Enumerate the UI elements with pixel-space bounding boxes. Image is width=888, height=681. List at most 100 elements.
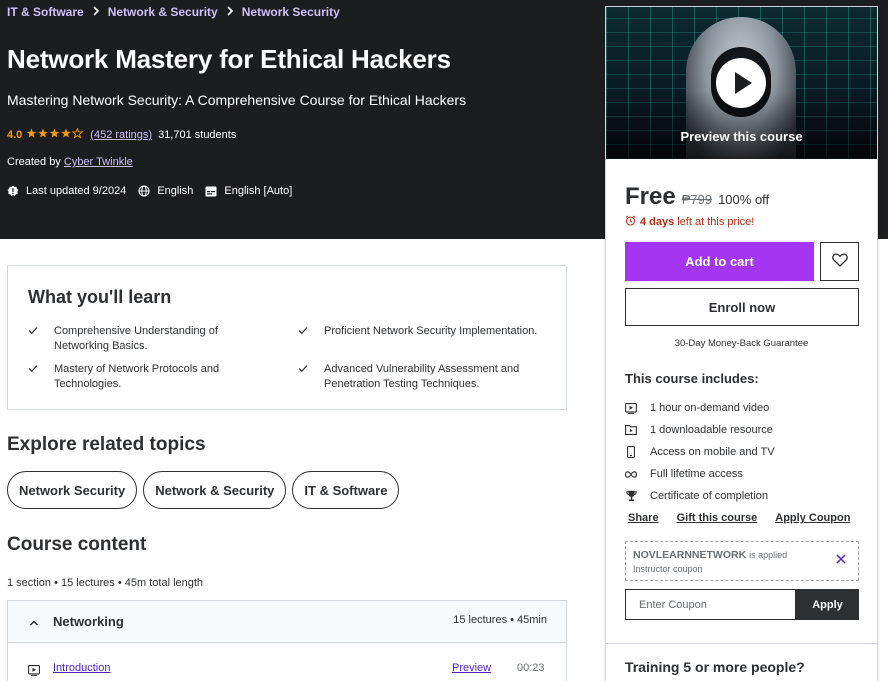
chevron-right-icon (92, 5, 100, 19)
file-icon (625, 424, 637, 436)
lecture-preview-link[interactable]: Preview (452, 662, 491, 674)
star-icon (50, 128, 60, 138)
learn-item: Advanced Vulnerability Assessment and Pe… (298, 362, 548, 392)
language: English (138, 185, 193, 197)
enroll-now-button[interactable]: Enroll now (625, 288, 859, 326)
last-updated-text: Last updated 9/2024 (26, 185, 127, 197)
includes-list: 1 hour on-demand video 1 downloadable re… (625, 397, 775, 507)
coupon-applied-text: NOVLEARNNETWORK is applied (633, 549, 787, 561)
section-title: Networking (53, 614, 124, 629)
purchase-card: Preview this course Free ₱799 100% off 4… (605, 6, 878, 681)
original-price: ₱799 (681, 192, 713, 207)
gift-course-link[interactable]: Gift this course (677, 512, 758, 524)
share-link[interactable]: Share (628, 512, 659, 524)
star-icon (71, 127, 84, 139)
preview-label: Preview this course (680, 129, 803, 144)
topic-chip[interactable]: IT & Software (292, 471, 400, 509)
section-meta: 15 lectures • 45min (453, 614, 547, 626)
learn-item: Comprehensive Understanding of Networkin… (28, 324, 258, 354)
breadcrumb-item[interactable]: Network Security (242, 5, 340, 19)
chevron-right-icon (226, 5, 234, 19)
related-topics-heading: Explore related topics (7, 434, 206, 455)
alert-badge-icon (7, 185, 19, 197)
lecture-title-link[interactable]: Introduction (53, 662, 110, 674)
course-subtitle: Mastering Network Security: A Comprehens… (7, 92, 467, 108)
language-text: English (157, 185, 194, 197)
captions-text: English [Auto] (224, 185, 293, 197)
section-header-networking[interactable]: Networking 15 lectures • 45min (7, 600, 567, 643)
chevron-up-icon (28, 616, 40, 628)
alarm-clock-icon (625, 215, 636, 229)
lecture-row: Introduction Preview 00:23 (7, 643, 567, 681)
coupon-applied-label: is applied (749, 550, 788, 560)
card-links: Share Gift this course Apply Coupon (628, 512, 868, 524)
includes-text: Full lifetime access (650, 468, 743, 480)
divider (606, 643, 877, 644)
students-count: 31,701 students (158, 129, 237, 141)
related-topics: Network Security Network & Security IT &… (7, 471, 405, 509)
learn-item-text: Proficient Network Security Implementati… (324, 325, 538, 337)
breadcrumb: IT & Software Network & Security Network… (7, 5, 340, 19)
includes-text: 1 hour on-demand video (650, 402, 770, 414)
includes-item: Full lifetime access (625, 463, 775, 485)
video-icon (28, 663, 40, 676)
captions: English [Auto] (205, 185, 292, 197)
closed-captions-icon (205, 185, 217, 197)
video-icon (625, 402, 637, 414)
learn-item: Mastery of Network Protocols and Technol… (28, 362, 258, 392)
mobile-icon (625, 446, 637, 458)
trophy-icon (625, 490, 637, 502)
includes-item: Access on mobile and TV (625, 441, 775, 463)
timer-text: left at this price! (677, 216, 755, 228)
check-icon (28, 362, 40, 392)
apply-coupon-button[interactable]: Apply (796, 589, 859, 620)
applied-coupon: NOVLEARNNETWORK is applied Instructor co… (625, 541, 859, 581)
training-heading: Training 5 or more people? (625, 659, 805, 675)
rating-row: 4.0 (452 ratings) 31,701 students (7, 127, 237, 142)
ratings-count-link[interactable]: (452 ratings) (90, 129, 152, 141)
course-content-heading: Course content (7, 534, 147, 555)
play-icon[interactable] (716, 58, 766, 108)
close-icon[interactable] (834, 552, 848, 566)
instructor-link[interactable]: Cyber Twinkle (64, 156, 133, 168)
globe-icon (138, 185, 150, 197)
course-content-summary: 1 section • 15 lectures • 45m total leng… (7, 577, 204, 589)
course-meta: Last updated 9/2024 English English [Aut… (7, 185, 304, 197)
includes-text: 1 downloadable resource (650, 424, 773, 436)
breadcrumb-item[interactable]: Network & Security (108, 5, 218, 19)
money-back-guarantee: 30-Day Money-Back Guarantee (674, 338, 809, 349)
star-rating-icon (26, 127, 84, 142)
created-by-label: Created by (7, 156, 61, 168)
check-icon (298, 362, 310, 392)
breadcrumb-item[interactable]: IT & Software (7, 5, 84, 19)
star-icon (61, 128, 72, 138)
includes-item: 1 hour on-demand video (625, 397, 775, 419)
discount-timer: 4 days left at this price! (625, 215, 754, 229)
learn-item-text: Mastery of Network Protocols and Technol… (54, 363, 220, 390)
apply-coupon-link[interactable]: Apply Coupon (775, 512, 850, 524)
course-preview[interactable]: Preview this course (606, 7, 877, 159)
current-price: Free (625, 183, 676, 210)
timer-days: 4 days (640, 216, 675, 228)
learn-heading: What you'll learn (28, 287, 172, 307)
what-youll-learn: What you'll learn Comprehensive Understa… (7, 265, 567, 410)
price-row: Free ₱799 100% off (625, 183, 769, 211)
star-icon (38, 128, 49, 138)
infinity-icon (625, 468, 637, 480)
coupon-type: Instructor coupon (633, 564, 703, 574)
created-by: Created by Cyber Twinkle (7, 156, 133, 168)
topic-chip[interactable]: Network & Security (143, 471, 287, 509)
coupon-input[interactable] (625, 589, 796, 620)
course-title: Network Mastery for Ethical Hackers (7, 44, 451, 74)
includes-item: Certificate of completion (625, 485, 775, 507)
wishlist-button[interactable] (820, 242, 859, 281)
includes-text: Certificate of completion (650, 490, 768, 502)
star-icon (27, 128, 37, 138)
learn-item-text: Advanced Vulnerability Assessment and Pe… (324, 363, 520, 390)
topic-chip[interactable]: Network Security (7, 471, 138, 509)
learn-item: Proficient Network Security Implementati… (298, 324, 558, 340)
add-to-cart-button[interactable]: Add to cart (625, 242, 814, 281)
rating-value: 4.0 (7, 129, 23, 141)
includes-text: Access on mobile and TV (650, 446, 775, 458)
check-icon (298, 324, 310, 340)
